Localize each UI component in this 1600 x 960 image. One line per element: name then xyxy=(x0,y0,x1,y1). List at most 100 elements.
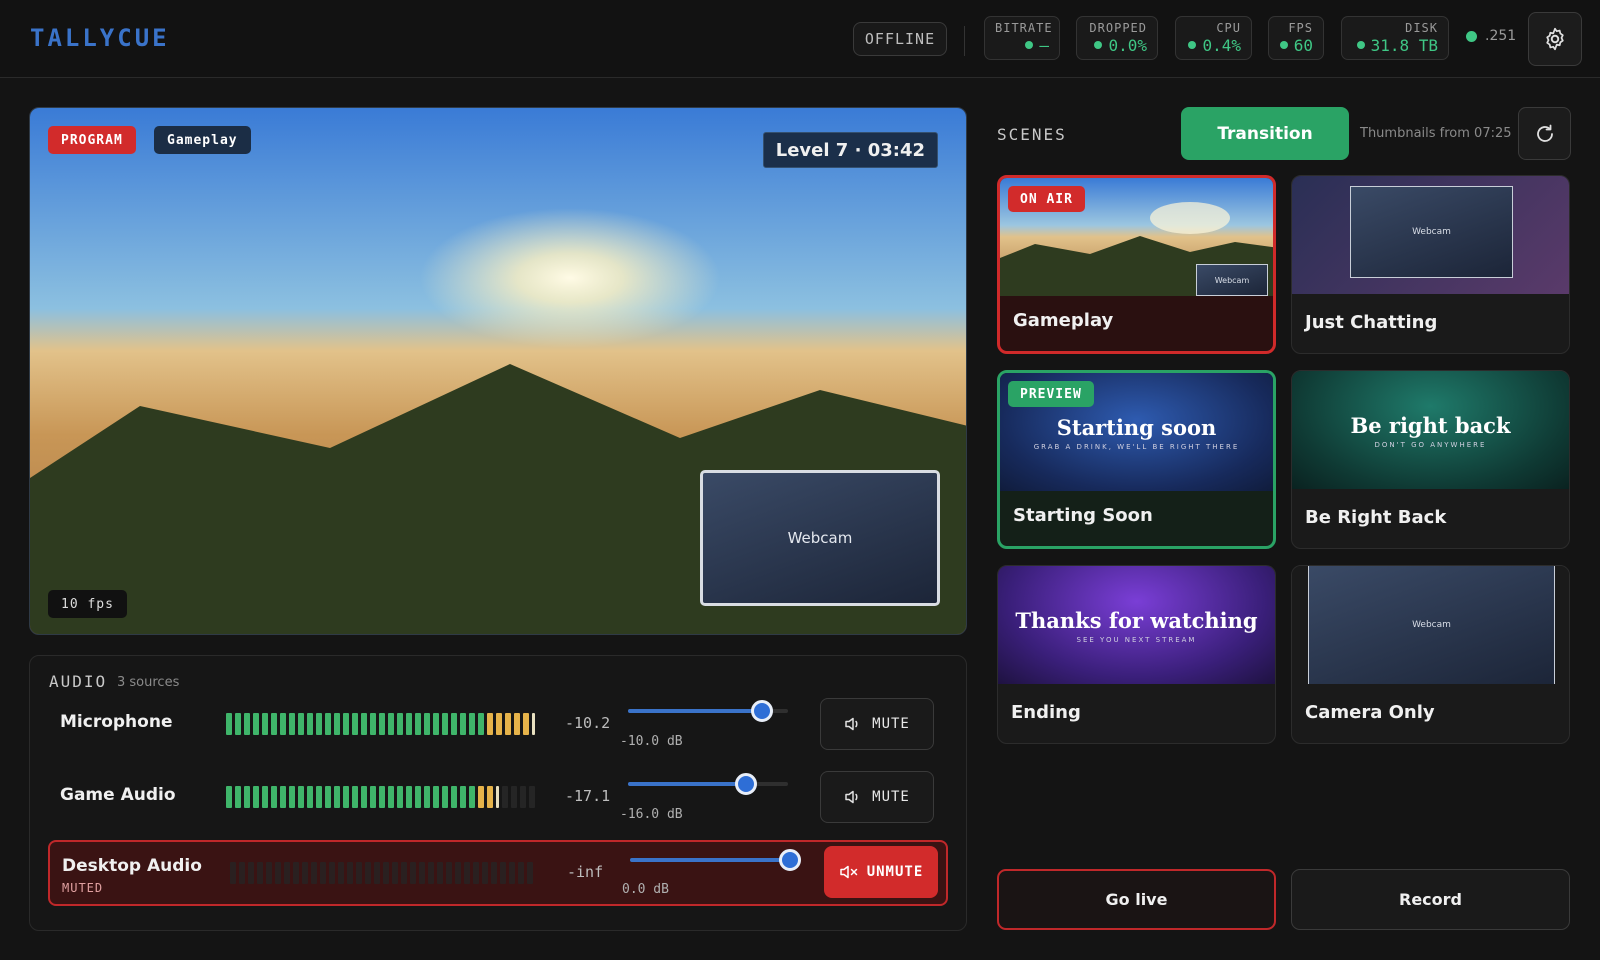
unmute-button[interactable]: UNMUTE xyxy=(824,846,938,898)
scene-card-gameplay[interactable]: Webcam ON AIR Gameplay xyxy=(997,175,1276,354)
volume-db-label: 0.0 dB xyxy=(622,882,669,897)
scene-thumbnail: Webcam xyxy=(1292,176,1569,294)
meter-segment xyxy=(329,862,335,884)
meter-segment xyxy=(424,713,430,735)
meter-segment xyxy=(482,862,488,884)
meter-segment xyxy=(365,862,371,884)
level-readout: -17.1 xyxy=(565,787,611,805)
status-dot xyxy=(1025,41,1034,49)
go-live-button[interactable]: Go live xyxy=(997,869,1276,930)
status-dot xyxy=(1356,41,1365,49)
stat-label: DROPPED xyxy=(1089,21,1147,35)
meter-segment xyxy=(316,713,322,735)
connection-dot xyxy=(1466,30,1477,42)
scene-card-be-right-back[interactable]: Be right back DON'T GO ANYWHERE Be Right… xyxy=(1291,370,1570,549)
meter-segment xyxy=(244,786,250,808)
meter-segment xyxy=(442,713,448,735)
meter-segment xyxy=(455,862,461,884)
thumbnail-title: Be right back xyxy=(1350,413,1511,438)
scene-card-starting-soon[interactable]: Starting soon GRAB A DRINK, WE'LL BE RIG… xyxy=(997,370,1276,549)
volume-slider[interactable] xyxy=(628,773,788,795)
mute-button[interactable]: MUTE xyxy=(820,698,934,750)
slider-knob[interactable] xyxy=(735,773,757,795)
volume-slider[interactable] xyxy=(630,849,801,871)
audio-title: AUDIO xyxy=(49,672,108,691)
meter-segment xyxy=(230,862,236,884)
scene-name: Gameplay xyxy=(1013,310,1114,331)
meter-segment xyxy=(226,713,232,735)
meter-segment xyxy=(487,713,493,735)
scene-card-just-chatting[interactable]: Webcam Just Chatting xyxy=(1291,175,1570,354)
meter-segment xyxy=(397,713,403,735)
stat-label: BITRATE xyxy=(995,21,1053,35)
transition-button[interactable]: Transition xyxy=(1181,107,1349,160)
program-preview[interactable]: PROGRAM Gameplay Level 7 · 03:42 Webcam … xyxy=(29,107,967,635)
meter-segment xyxy=(302,862,308,884)
meter-segment xyxy=(307,786,313,808)
stat-value: 31.8 TB xyxy=(1370,36,1438,55)
meter-segment xyxy=(347,862,353,884)
thumbnail-subtitle: SEE YOU NEXT STREAM xyxy=(1076,636,1197,644)
meter-segment xyxy=(289,713,295,735)
stat-fps: FPS 60 xyxy=(1268,16,1324,60)
meter-segment xyxy=(491,862,497,884)
meter-segment xyxy=(374,862,380,884)
meter-segment xyxy=(446,862,452,884)
level-readout: -inf xyxy=(567,863,604,881)
meter-segment xyxy=(307,713,313,735)
scene-card-ending[interactable]: Thanks for watching SEE YOU NEXT STREAM … xyxy=(997,565,1276,744)
speaker-icon xyxy=(845,790,858,804)
settings-button[interactable] xyxy=(1528,12,1582,66)
meter-segment xyxy=(478,786,484,808)
scene-card-camera-only[interactable]: Webcam Camera Only xyxy=(1291,565,1570,744)
meter-segment xyxy=(487,786,493,808)
preview-badge: PREVIEW xyxy=(1008,381,1094,407)
scene-name: Camera Only xyxy=(1305,702,1435,723)
meter-segment xyxy=(311,862,317,884)
mute-button-label: MUTE xyxy=(872,789,910,805)
webcam-source: Webcam xyxy=(700,470,940,606)
volume-slider[interactable] xyxy=(628,700,788,722)
meter-segment xyxy=(502,786,508,808)
stat-disk: DISK 31.8 TB xyxy=(1341,16,1449,60)
meter-segment xyxy=(383,862,389,884)
slider-knob[interactable] xyxy=(779,849,801,871)
level-meter xyxy=(226,786,544,808)
scenes-title: SCENES xyxy=(997,125,1067,144)
stat-label: FPS xyxy=(1288,21,1313,35)
stat-cpu: CPU 0.4% xyxy=(1175,16,1252,60)
current-scene-badge: Gameplay xyxy=(154,126,251,154)
mute-button[interactable]: MUTE xyxy=(820,771,934,823)
meter-segment xyxy=(428,862,434,884)
meter-segment xyxy=(401,862,407,884)
meter-segment xyxy=(406,713,412,735)
audio-source-microphone: Microphone -10.2 -10.0 dB MUTE xyxy=(48,690,948,756)
meter-segment xyxy=(343,713,349,735)
slider-fill xyxy=(628,782,746,786)
record-button[interactable]: Record xyxy=(1291,869,1570,930)
meter-segment xyxy=(527,862,533,884)
mini-webcam-label: Webcam xyxy=(1412,227,1451,237)
scene-thumbnail: Webcam xyxy=(1292,566,1569,684)
slider-knob[interactable] xyxy=(751,700,773,722)
top-bar: TALLYCUE OFFLINE BITRATE — DROPPED 0.0% … xyxy=(0,0,1600,78)
meter-segment xyxy=(514,713,520,735)
meter-segment xyxy=(424,786,430,808)
meter-segment xyxy=(235,786,241,808)
meter-segment xyxy=(226,786,232,808)
scene-name: Starting Soon xyxy=(1013,505,1153,526)
stat-value: 0.0% xyxy=(1108,36,1147,55)
unmute-button-label: UNMUTE xyxy=(866,864,924,880)
scene-thumbnail: Be right back DON'T GO ANYWHERE xyxy=(1292,371,1569,489)
stat-bitrate: BITRATE — xyxy=(984,16,1060,60)
meter-segment xyxy=(284,862,290,884)
meter-segment xyxy=(451,786,457,808)
meter-segment xyxy=(406,786,412,808)
thumbnails-timestamp: Thumbnails from 07:25 xyxy=(1360,126,1512,141)
refresh-thumbnails-button[interactable] xyxy=(1518,107,1571,160)
meter-segment xyxy=(511,786,517,808)
meter-segment xyxy=(244,713,250,735)
thumbnail-title: Thanks for watching xyxy=(1015,608,1258,633)
meter-segment xyxy=(262,713,268,735)
level-readout: -10.2 xyxy=(565,714,611,732)
